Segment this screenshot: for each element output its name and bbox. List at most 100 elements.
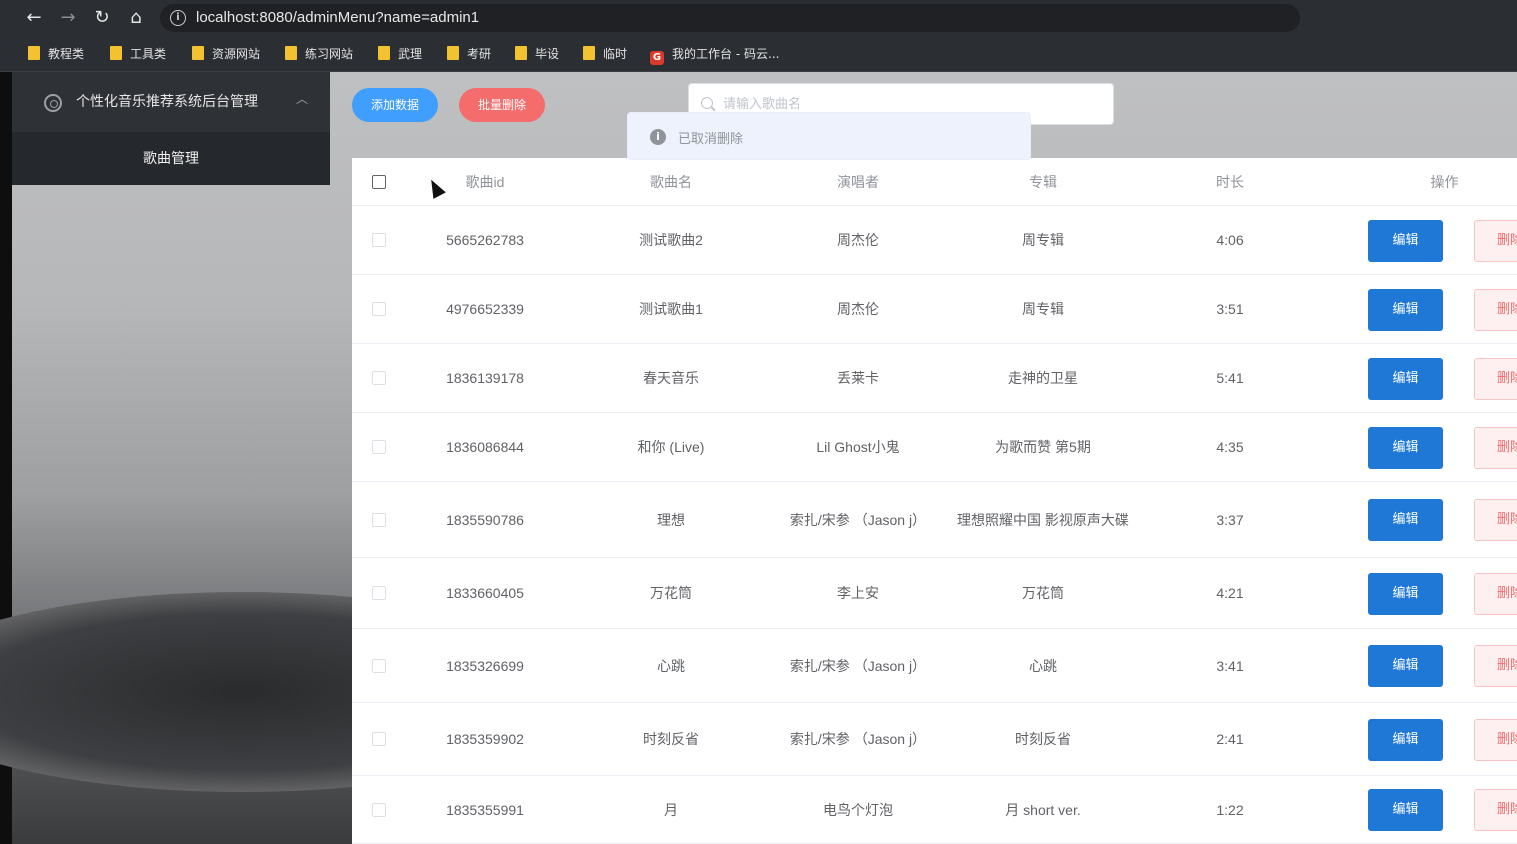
screen: ← → ↻ ⌂ i localhost:8080/adminMenu?name=…: [0, 0, 1517, 844]
bookmark-item[interactable]: G 我的工作台 - 码云...: [650, 45, 780, 65]
delete-button[interactable]: 删除: [1474, 220, 1517, 262]
folder-icon: [192, 46, 204, 60]
bookmark-label: 毕设: [535, 47, 560, 61]
cell-id: 4976652339: [446, 301, 524, 317]
delete-button[interactable]: 删除: [1474, 499, 1517, 541]
cell-id: 1835355991: [446, 801, 524, 818]
bookmarks-bar: 教程类 工具类 资源网站 练习网站 武理 考研 毕设 临时 G 我的工作台 - 码…: [0, 36, 1517, 72]
cell-duration: 2:41: [1216, 731, 1244, 747]
url-text[interactable]: localhost:8080/adminMenu?name=admin1: [196, 9, 479, 26]
cell-singer: 周杰伦: [837, 232, 879, 248]
edit-button[interactable]: 编辑: [1368, 789, 1443, 831]
bookmark-item[interactable]: 教程类: [28, 45, 84, 63]
table-row: 1835326699 心跳 索扎/宋参 （Jason j） 心跳 3:41 编辑删除: [352, 629, 1517, 703]
cell-album: 周专辑: [1022, 232, 1064, 248]
cell-singer: 周杰伦: [837, 301, 879, 317]
cell-album: 万花筒: [1022, 585, 1064, 601]
delete-button[interactable]: 删除: [1474, 573, 1517, 615]
bookmark-item[interactable]: 资源网站: [192, 45, 260, 63]
row-checkbox[interactable]: [372, 371, 386, 385]
cell-name: 春天音乐: [643, 370, 699, 386]
address-bar[interactable]: i localhost:8080/adminMenu?name=admin1: [160, 4, 1300, 32]
folder-icon: [110, 46, 122, 60]
row-checkbox[interactable]: [372, 512, 386, 527]
delete-button[interactable]: 删除: [1474, 358, 1517, 400]
row-checkbox-cell: [366, 206, 392, 274]
cell-duration: 4:35: [1216, 439, 1244, 455]
cell-name: 测试歌曲1: [639, 301, 703, 317]
bookmark-item[interactable]: 武理: [378, 45, 422, 63]
delete-button[interactable]: 删除: [1474, 427, 1517, 469]
bookmark-label: 资源网站: [212, 47, 261, 61]
bookmark-label: 临时: [603, 47, 628, 61]
edit-button[interactable]: 编辑: [1368, 220, 1443, 262]
cell-duration: 3:41: [1216, 657, 1244, 674]
row-checkbox-cell: [366, 344, 392, 412]
row-checkbox-cell: [366, 629, 392, 702]
select-all-cell: [366, 158, 392, 205]
delete-button[interactable]: 删除: [1474, 645, 1517, 687]
folder-icon: [378, 46, 390, 60]
folder-icon: [28, 46, 40, 60]
song-table: 歌曲id 歌曲名 演唱者 专辑 时长 操作 5665262783 测试歌曲2 周杰伦…: [352, 158, 1517, 844]
select-all-checkbox[interactable]: [372, 174, 386, 189]
bookmark-item[interactable]: 练习网站: [285, 45, 353, 63]
cell-duration: 3:51: [1216, 301, 1244, 317]
delete-button[interactable]: 删除: [1474, 789, 1517, 831]
browser-toolbar: ← → ↻ ⌂ i localhost:8080/adminMenu?name=…: [0, 0, 1517, 36]
bookmark-item[interactable]: 工具类: [110, 45, 166, 63]
batch-delete-button[interactable]: 批量删除: [459, 88, 545, 122]
cell-duration: 5:41: [1216, 370, 1244, 386]
cell-duration: 4:21: [1216, 585, 1244, 601]
sidebar-title: 个性化音乐推荐系统后台管理: [76, 94, 258, 110]
sidebar-menu-header[interactable]: 个性化音乐推荐系统后台管理 ︿: [12, 72, 330, 132]
cell-id: 1836139178: [446, 370, 524, 386]
add-data-button[interactable]: 添加数据: [352, 88, 438, 122]
table-row: 1835359902 时刻反省 索扎/宋参 （Jason j） 时刻反省 2:41 编辑删…: [352, 703, 1517, 776]
row-checkbox[interactable]: [372, 802, 386, 817]
row-checkbox-cell: [366, 482, 392, 557]
cell-album: 理想照耀中国 影视原声大碟: [957, 511, 1129, 528]
edit-button[interactable]: 编辑: [1368, 719, 1443, 761]
bookmark-item[interactable]: 临时: [583, 45, 627, 63]
gear-icon: [44, 94, 62, 112]
gitee-icon: G: [650, 51, 664, 65]
site-info-icon[interactable]: i: [170, 10, 186, 26]
table-row: 1833660405 万花筒 李上安 万花筒 4:21 编辑删除: [352, 558, 1517, 629]
edit-button[interactable]: 编辑: [1368, 358, 1443, 400]
bookmark-item[interactable]: 毕设: [515, 45, 559, 63]
cell-singer: Lil Ghost小鬼: [816, 439, 900, 455]
edit-button[interactable]: 编辑: [1368, 289, 1443, 331]
row-checkbox[interactable]: [372, 586, 386, 600]
back-arrow-icon[interactable]: ←: [22, 6, 46, 30]
edit-button[interactable]: 编辑: [1368, 645, 1443, 687]
row-checkbox[interactable]: [372, 440, 386, 454]
row-checkbox[interactable]: [372, 732, 386, 746]
delete-button[interactable]: 删除: [1474, 719, 1517, 761]
edit-button[interactable]: 编辑: [1368, 499, 1443, 541]
folder-icon: [515, 46, 527, 60]
table-header-row: 歌曲id 歌曲名 演唱者 专辑 时长 操作: [352, 158, 1517, 206]
reload-icon[interactable]: ↻: [90, 6, 114, 30]
delete-button[interactable]: 删除: [1474, 289, 1517, 331]
sidebar-item-song-management[interactable]: 歌曲管理: [12, 132, 330, 185]
cell-duration: 1:22: [1216, 801, 1244, 818]
bookmark-label: 武理: [398, 47, 423, 61]
cell-album: 为歌而赞 第5期: [995, 439, 1091, 455]
edit-button[interactable]: 编辑: [1368, 427, 1443, 469]
edit-button[interactable]: 编辑: [1368, 573, 1443, 615]
cell-singer: 李上安: [837, 585, 879, 601]
cell-singer: 索扎/宋参 （Jason j）: [789, 657, 927, 674]
header-singer: 演唱者: [837, 173, 879, 190]
header-ops: 操作: [1430, 173, 1459, 190]
table-row: 5665262783 测试歌曲2 周杰伦 周专辑 4:06 编辑删除: [352, 206, 1517, 275]
row-checkbox[interactable]: [372, 233, 386, 247]
bookmark-item[interactable]: 考研: [447, 45, 491, 63]
bookmark-label: 练习网站: [305, 47, 354, 61]
row-checkbox[interactable]: [372, 302, 386, 316]
home-icon[interactable]: ⌂: [124, 6, 148, 30]
forward-arrow-icon[interactable]: →: [56, 6, 80, 30]
folder-icon: [285, 46, 297, 60]
bookmark-label: 我的工作台 - 码云...: [672, 47, 780, 61]
row-checkbox[interactable]: [372, 658, 386, 673]
